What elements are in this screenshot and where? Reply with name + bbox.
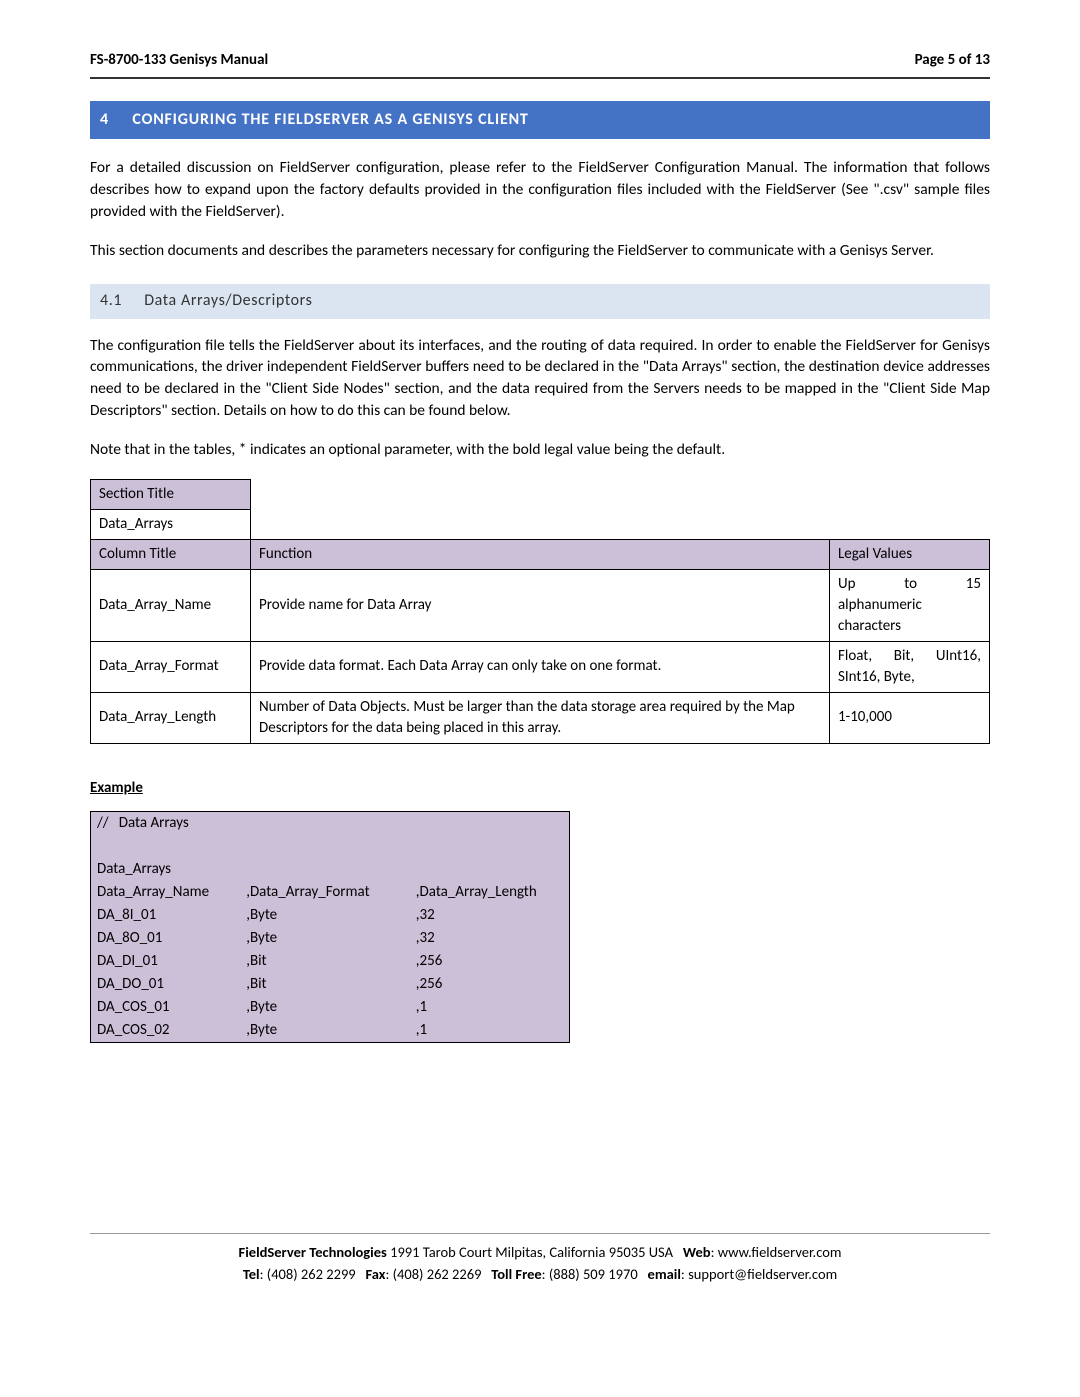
example-cell: ,Byte (240, 1019, 410, 1043)
cell-legal: Up to 15 alphanumeric characters (830, 569, 990, 641)
cell-legal: Float, Bit, UInt16, SInt16, Byte, (830, 641, 990, 692)
example-label: Example (90, 778, 990, 799)
cell-function: Provide data format. Each Data Array can… (251, 641, 830, 692)
footer-web: www.fieldserver.com (718, 1243, 842, 1261)
example-cell: ,256 (410, 950, 570, 973)
spec-table: Section Title Data_Arrays Column Title F… (90, 479, 990, 744)
example-cell: ,1 (410, 1019, 570, 1043)
function-label: Function (251, 539, 830, 569)
example-cell: DA_COS_02 (91, 1019, 241, 1043)
example-cell: ,Byte (240, 904, 410, 927)
example-cell: ,Bit (240, 973, 410, 996)
example-header-cell: ,Data_Array_Format (240, 881, 410, 904)
example-cell: ,1 (410, 996, 570, 1019)
example-cell: ,Byte (240, 996, 410, 1019)
example-cell: ,Bit (240, 950, 410, 973)
example-cell: ,256 (410, 973, 570, 996)
footer-company: FieldServer Technologies (239, 1243, 387, 1261)
subsection-title: Data Arrays/Descriptors (144, 291, 312, 310)
page-number: Page 5 of 13 (915, 50, 990, 71)
footer-email: support@fieldserver.com (688, 1265, 837, 1283)
footer-tollfree: (888) 509 1970 (549, 1265, 638, 1283)
cell-column: Data_Array_Name (91, 569, 251, 641)
footer-address: 1991 Tarob Court Milpitas, California 95… (390, 1243, 673, 1261)
section-title-label: Section Title (91, 479, 251, 509)
section-title-value: Data_Arrays (91, 509, 251, 539)
legal-values-label: Legal Values (830, 539, 990, 569)
example-cell: ,32 (410, 927, 570, 950)
subsection-number: 4.1 (100, 290, 140, 312)
paragraph: This section documents and describes the… (90, 240, 990, 262)
example-cell: DA_DO_01 (91, 973, 241, 996)
page-footer: FieldServer Technologies 1991 Tarob Cour… (90, 1233, 990, 1286)
example-cell: DA_COS_01 (91, 996, 241, 1019)
table-row: Data_Array_Name Provide name for Data Ar… (91, 569, 990, 641)
section-heading: 4 CONFIGURING THE FIELDSERVER AS A GENIS… (90, 101, 990, 139)
doc-title: FS-8700-133 Genisys Manual (90, 50, 268, 71)
footer-fax: (408) 262 2269 (393, 1265, 482, 1283)
table-row: Data_Array_Format Provide data format. E… (91, 641, 990, 692)
cell-function: Number of Data Objects. Must be larger t… (251, 692, 830, 743)
footer-tel-label: Tel (243, 1265, 260, 1283)
paragraph: For a detailed discussion on FieldServer… (90, 157, 990, 222)
example-cell: // Data Arrays (91, 811, 241, 835)
footer-tollfree-label: Toll Free (491, 1265, 541, 1283)
footer-tel: (408) 262 2299 (267, 1265, 356, 1283)
paragraph: Note that in the tables, * indicates an … (90, 439, 990, 461)
example-header-cell: Data_Array_Name (91, 881, 241, 904)
example-cell: DA_DI_01 (91, 950, 241, 973)
footer-fax-label: Fax (365, 1265, 385, 1283)
cell-column: Data_Array_Length (91, 692, 251, 743)
example-cell: ,Byte (240, 927, 410, 950)
page-header: FS-8700-133 Genisys Manual Page 5 of 13 (90, 50, 990, 79)
cell-function: Provide name for Data Array (251, 569, 830, 641)
example-cell: Data_Arrays (91, 858, 241, 881)
footer-email-label: email (648, 1265, 681, 1283)
section-number: 4 (100, 109, 128, 131)
example-cell: DA_8O_01 (91, 927, 241, 950)
example-cell: DA_8I_01 (91, 904, 241, 927)
example-header-cell: ,Data_Array_Length (410, 881, 570, 904)
subsection-heading: 4.1 Data Arrays/Descriptors (90, 284, 990, 318)
column-title-label: Column Title (91, 539, 251, 569)
section-title: CONFIGURING THE FIELDSERVER AS A GENISYS… (132, 110, 528, 129)
example-table: // Data Arrays Data_Arrays Data_Array_Na… (90, 811, 570, 1043)
example-cell: ,32 (410, 904, 570, 927)
table-row: Data_Array_Length Number of Data Objects… (91, 692, 990, 743)
footer-web-label: Web (683, 1243, 711, 1261)
paragraph: The configuration file tells the FieldSe… (90, 335, 990, 422)
cell-column: Data_Array_Format (91, 641, 251, 692)
cell-legal: 1-10,000 (830, 692, 990, 743)
